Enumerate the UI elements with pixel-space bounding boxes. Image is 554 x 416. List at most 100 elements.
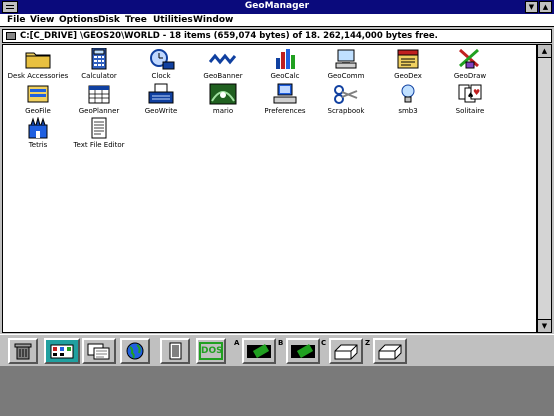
hard-drive-icon	[334, 344, 358, 360]
geowrite-icon	[148, 83, 174, 104]
floppy-drive-icon	[247, 344, 271, 358]
file-icon-desk-accessories[interactable]: Desk Accessories	[6, 48, 70, 82]
smb3-icon	[401, 84, 415, 103]
drive-bar: DOS A B C Z	[0, 334, 554, 366]
file-icon-preferences[interactable]: Preferences	[253, 83, 317, 117]
menu-tree[interactable]: Tree	[125, 15, 147, 25]
icon-label: smb3	[398, 107, 418, 115]
scroll-up-button[interactable]: ▲	[538, 45, 551, 58]
file-icon-geobanner[interactable]: GeoBanner	[191, 48, 255, 82]
menu-utilities[interactable]: Utilities	[153, 15, 193, 25]
file-icon-geocomm[interactable]: GeoComm	[314, 48, 378, 82]
maximize-button[interactable]: ▲	[539, 1, 552, 13]
preferences-icon	[273, 83, 297, 104]
svg-text:♠: ♠	[467, 91, 474, 100]
menu-window[interactable]: Window	[193, 15, 233, 25]
path-text: C:[C_DRIVE] \GEOS20\WORLD - 18 items (65…	[20, 31, 438, 41]
geobanner-icon	[209, 53, 237, 65]
scroll-down-button[interactable]: ▼	[538, 319, 551, 332]
file-icon-clock[interactable]: Clock	[129, 48, 193, 82]
menu-options[interactable]: Options	[59, 15, 98, 25]
file-icon-mario[interactable]: mario	[191, 83, 255, 117]
wastebasket-button[interactable]	[8, 338, 38, 364]
menu-disk[interactable]: Disk	[98, 15, 120, 25]
document-icon	[169, 342, 182, 360]
file-icon-geowrite[interactable]: GeoWrite	[129, 83, 193, 117]
icon-label: GeoDex	[394, 72, 422, 80]
drive-letter-a: A	[234, 339, 240, 347]
menu-bar: File View Options Disk Tree Utilities Wi…	[0, 14, 554, 27]
mario-icon	[209, 83, 237, 105]
drive-z-button[interactable]	[373, 338, 407, 364]
icon-label: Clock	[151, 72, 171, 80]
icon-label: GeoBanner	[203, 72, 243, 80]
geocalc-icon	[276, 49, 295, 69]
geomanager-icon	[50, 344, 74, 359]
hard-drive-icon	[378, 344, 402, 360]
document-button[interactable]	[160, 338, 190, 364]
icon-label: Text File Editor	[73, 141, 125, 149]
file-icon-smb3[interactable]: smb3	[376, 83, 440, 117]
drive-letter-b: B	[278, 339, 284, 347]
wastebasket-icon	[14, 343, 32, 360]
file-icon-tetris[interactable]: Tetris	[6, 117, 70, 151]
file-icon-scrapbook[interactable]: Scrapbook	[314, 83, 378, 117]
geodraw-icon	[459, 48, 479, 69]
world-button[interactable]	[120, 338, 150, 364]
file-icon-geodex[interactable]: GeoDex	[376, 48, 440, 82]
geodex-icon	[397, 49, 419, 69]
vertical-scrollbar[interactable]: ▲ ▼	[537, 44, 552, 333]
file-icon-geoplanner[interactable]: GeoPlanner	[67, 83, 131, 117]
geocomm-icon	[335, 49, 357, 69]
drive-b-button[interactable]	[286, 338, 320, 364]
icon-label: Desk Accessories	[7, 72, 69, 80]
file-icon-geodraw[interactable]: GeoDraw	[438, 48, 502, 82]
dos-button[interactable]: DOS	[196, 338, 226, 364]
clock-icon	[150, 49, 175, 70]
icon-label: Solitaire	[455, 107, 485, 115]
icon-label: GeoPlanner	[78, 107, 120, 115]
geoplanner-icon	[88, 85, 110, 104]
drive-a-button[interactable]	[242, 338, 276, 364]
path-bar: C:[C_DRIVE] \GEOS20\WORLD - 18 items (65…	[2, 29, 552, 43]
folder-view: Desk Accessories Calculator Clock GeoBan…	[2, 44, 537, 333]
window-title: GeoManager	[244, 1, 310, 11]
menu-view[interactable]: View	[30, 15, 54, 25]
overlapping-windows-button[interactable]	[82, 338, 116, 364]
title-bar[interactable]: GeoManager ▼ ▲	[0, 0, 554, 14]
geofile-icon	[27, 85, 49, 103]
icon-label: Preferences	[264, 107, 306, 115]
drive-icon	[6, 32, 16, 40]
text-file-editor-icon	[91, 117, 107, 139]
calculator-icon	[91, 48, 107, 70]
file-icon-text-file-editor[interactable]: Text File Editor	[67, 117, 131, 151]
scrapbook-icon	[334, 85, 358, 104]
icon-label: GeoDraw	[453, 72, 487, 80]
dos-label: DOS	[199, 342, 223, 360]
file-icon-calculator[interactable]: Calculator	[67, 48, 131, 82]
drive-letter-c: C	[321, 339, 327, 347]
icon-label: GeoCalc	[270, 72, 300, 80]
icon-label: GeoWrite	[144, 107, 178, 115]
floppy-drive-icon	[291, 344, 315, 358]
drive-c-button[interactable]	[329, 338, 363, 364]
icon-label: Calculator	[81, 72, 117, 80]
icon-label: Tetris	[28, 141, 48, 149]
geomanager-task-button[interactable]	[44, 338, 80, 364]
globe-icon	[126, 342, 144, 360]
tetris-icon	[28, 117, 48, 139]
folder-icon	[25, 52, 51, 69]
icon-label: Scrapbook	[327, 107, 365, 115]
file-icon-geocalc[interactable]: GeoCalc	[253, 48, 317, 82]
file-icon-solitaire[interactable]: ♥ ♠ Solitaire	[438, 83, 502, 117]
windows-icon	[87, 343, 110, 360]
geomanager-window: GeoManager ▼ ▲ File View Options Disk Tr…	[0, 0, 554, 366]
file-icon-geofile[interactable]: GeoFile	[6, 83, 70, 117]
minimize-button[interactable]: ▼	[525, 1, 538, 13]
drive-letter-z: Z	[365, 339, 371, 347]
menu-file[interactable]: File	[7, 15, 25, 25]
solitaire-icon: ♥ ♠	[458, 84, 482, 103]
icon-label: GeoFile	[25, 107, 51, 115]
icon-label: GeoComm	[327, 72, 365, 80]
icon-label: mario	[212, 107, 234, 115]
